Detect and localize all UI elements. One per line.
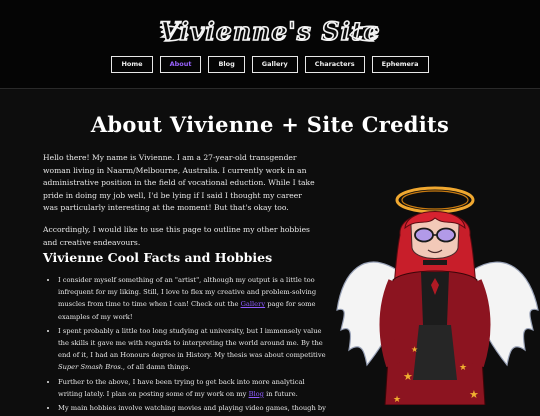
site-logo[interactable]: Vivienne's Site <box>0 16 540 47</box>
nav-about[interactable]: About <box>159 56 202 73</box>
list-item: I consider myself something of an "artis… <box>58 274 330 323</box>
svg-text:★: ★ <box>393 395 401 405</box>
fact-text: , of all damn things. <box>122 363 191 372</box>
wing-icon-right <box>348 25 379 42</box>
list-item: Further to the above, I have been trying… <box>58 376 330 400</box>
page-title: About Vivienne + Site Credits <box>90 112 450 137</box>
gallery-link[interactable]: Gallery <box>241 300 266 308</box>
nav-home[interactable]: Home <box>111 56 153 73</box>
intro-text: Hello there! My name is Vivienne. I am a… <box>43 152 315 258</box>
fact-text: I spent probably a little too long study… <box>58 326 326 360</box>
nav-gallery[interactable]: Gallery <box>251 56 298 73</box>
svg-text:★: ★ <box>411 345 418 354</box>
facts-heading: Vivienne Cool Facts and Hobbies <box>43 250 273 265</box>
intro-paragraph-1: Hello there! My name is Vivienne. I am a… <box>43 153 315 213</box>
intro-paragraph-2: Accordingly, I would like to use this pa… <box>43 224 310 247</box>
main-nav: Home About Blog Gallery Characters Ephem… <box>0 56 540 73</box>
list-item: My main hobbies involve watching movies … <box>58 402 330 414</box>
nav-characters[interactable]: Characters <box>304 56 365 73</box>
character-illustration: ★ ★ ★ ★ ★ <box>336 186 539 405</box>
nav-blog[interactable]: Blog <box>208 56 245 73</box>
fact-text: My main hobbies involve watching movies … <box>58 404 326 413</box>
blog-link[interactable]: Blog <box>249 390 264 398</box>
svg-text:★: ★ <box>403 370 413 383</box>
list-item: I spent probably a little too long study… <box>58 325 330 374</box>
svg-text:★: ★ <box>469 388 479 401</box>
site-header: Vivienne's Site Home About Blog Gallery … <box>0 0 540 89</box>
fact-text: in future. <box>263 389 298 398</box>
fact-emphasis: Super Smash Bros. <box>58 363 123 372</box>
svg-text:★: ★ <box>459 363 467 373</box>
nav-ephemera[interactable]: Ephemera <box>371 56 429 73</box>
facts-list: I consider myself something of an "artis… <box>43 274 330 416</box>
